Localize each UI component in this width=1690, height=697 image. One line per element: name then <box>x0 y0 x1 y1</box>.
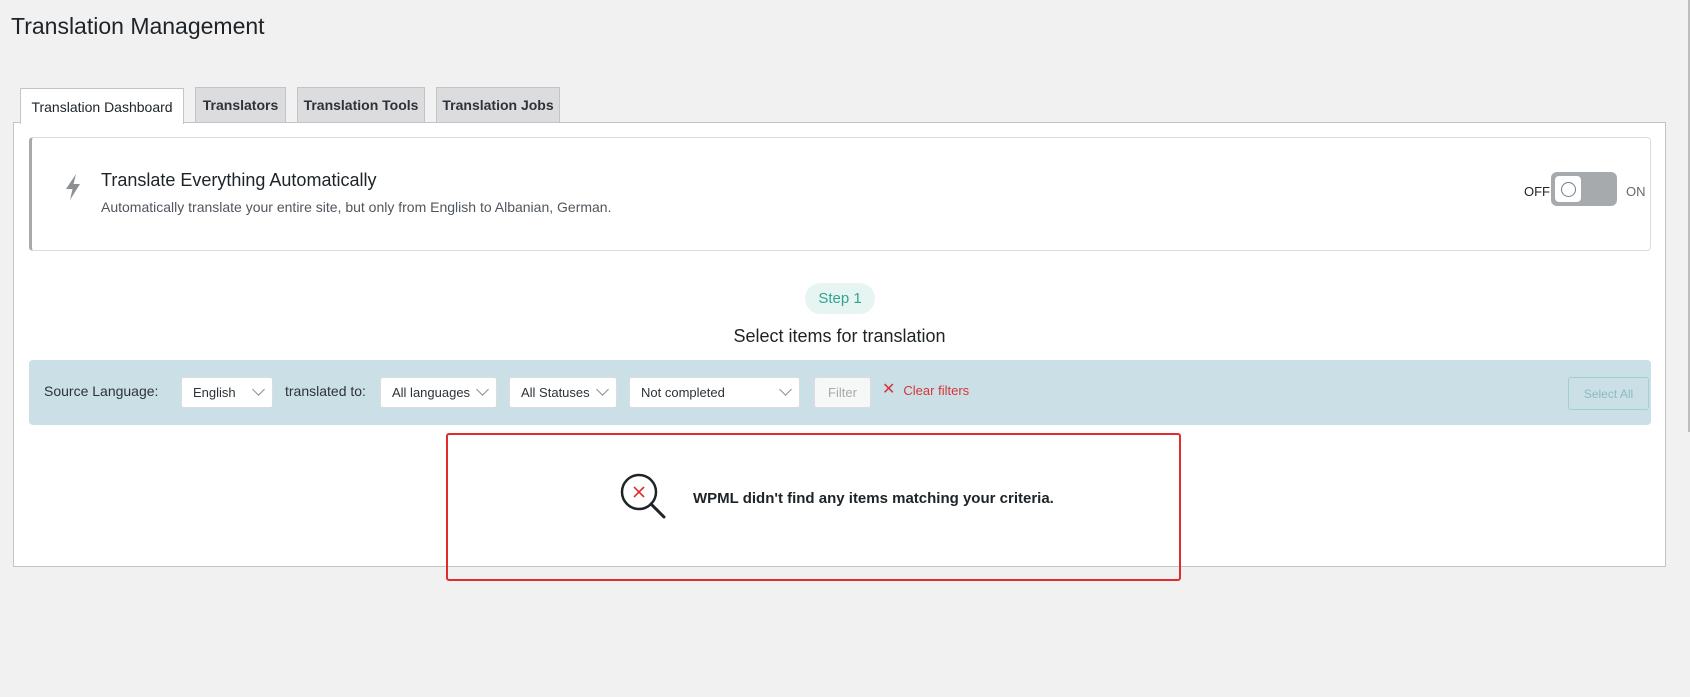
filter-button[interactable]: Filter <box>814 377 871 408</box>
select-all-button[interactable]: Select All <box>1568 377 1649 410</box>
ate-toggle[interactable] <box>1551 172 1617 206</box>
step-badge: Step 1 <box>805 283 875 314</box>
source-language-value: English <box>193 385 236 400</box>
translated-to-label: translated to: <box>285 383 366 399</box>
target-language-value: All languages <box>392 385 471 400</box>
tab-translators[interactable]: Translators <box>195 87 286 122</box>
clear-filters-link[interactable]: ✕ Clear filters <box>882 382 969 398</box>
tab-translation-dashboard[interactable]: Translation Dashboard <box>20 88 184 124</box>
translate-everything-card: Translate Everything Automatically Autom… <box>29 137 1651 251</box>
status-value: All Statuses <box>521 385 590 400</box>
bolt-icon <box>66 174 80 200</box>
toggle-circle-icon <box>1560 181 1576 197</box>
chevron-down-icon <box>779 383 792 396</box>
source-language-select[interactable]: English <box>181 377 273 408</box>
chevron-down-icon <box>476 383 489 396</box>
status-select[interactable]: All Statuses <box>509 377 617 408</box>
ate-title: Translate Everything Automatically <box>101 170 377 190</box>
ate-description: Automatically translate your entire site… <box>101 199 612 215</box>
target-language-select[interactable]: All languages <box>380 377 497 408</box>
tab-translation-jobs[interactable]: Translation Jobs <box>436 87 560 122</box>
chevron-down-icon <box>252 383 265 396</box>
clear-filters-label: Clear filters <box>903 382 970 398</box>
tab-translation-tools[interactable]: Translation Tools <box>297 87 425 122</box>
step-heading: Select items for translation <box>733 326 946 346</box>
close-icon: ✕ <box>882 381 896 398</box>
empty-results-text: WPML didn't find any items matching your… <box>693 490 1054 507</box>
chevron-down-icon <box>596 383 609 396</box>
completion-value: Not completed <box>641 385 725 400</box>
source-language-label: Source Language: <box>44 383 159 399</box>
page-title: Translation Management <box>11 13 265 39</box>
completion-select[interactable]: Not completed <box>629 377 800 408</box>
toggle-off-label: OFF <box>1524 184 1550 199</box>
toggle-knob <box>1555 176 1581 202</box>
filter-bar: Source Language: English translated to: … <box>29 360 1651 425</box>
toggle-on-label: ON <box>1626 184 1646 199</box>
empty-results-message: WPML didn't find any items matching your… <box>446 433 1181 581</box>
search-no-results-icon <box>620 473 666 519</box>
